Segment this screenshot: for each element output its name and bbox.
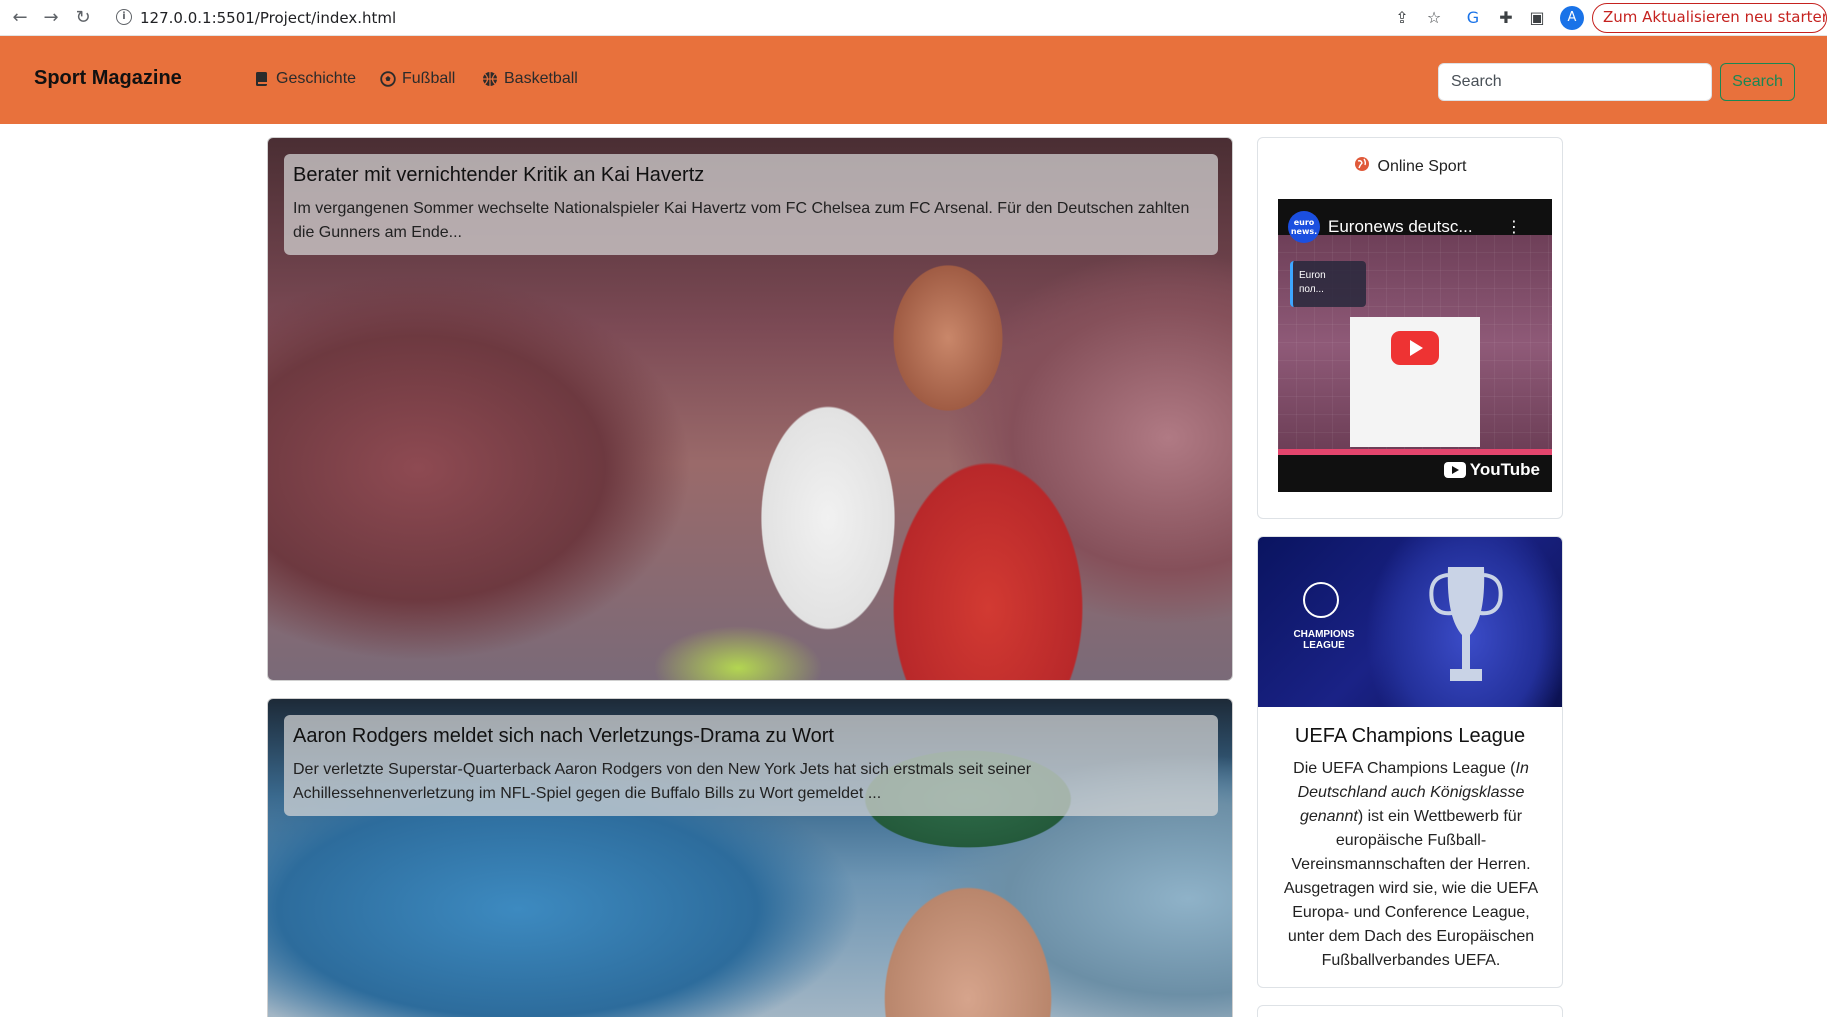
star-ball-icon <box>1303 582 1339 618</box>
chip-line: Euron <box>1299 270 1326 281</box>
extensions-icon[interactable]: ✚ <box>1496 8 1516 28</box>
nav-link-label: Basketball <box>504 70 578 87</box>
nav-link-fussball[interactable]: Fußball <box>380 70 455 88</box>
article-excerpt: Im vergangenen Sommer wechselte National… <box>293 200 1190 241</box>
site-navbar: Sport Magazine Geschichte Fußball Basket… <box>0 36 1827 124</box>
nav-link-label: Geschichte <box>276 70 357 87</box>
profile-avatar[interactable]: A <box>1560 6 1584 30</box>
video-title[interactable]: Euronews deutsc... <box>1328 217 1478 237</box>
card-title: Online Sport <box>1377 157 1467 175</box>
search-button[interactable]: Search <box>1720 63 1795 101</box>
forward-icon[interactable]: → <box>39 6 63 30</box>
sidebar-card-partial <box>1257 1005 1563 1017</box>
update-button[interactable]: Zum Aktualisieren neu starten <box>1592 3 1827 33</box>
book-icon <box>254 71 270 87</box>
ucl-logo-label: CHAMPIONS LEAGUE <box>1293 629 1355 651</box>
youtube-play-icon <box>1443 462 1466 478</box>
site-info-icon[interactable]: i <box>116 9 132 25</box>
chip-line: пол... <box>1299 284 1324 295</box>
side-panel-icon[interactable]: ▣ <box>1527 8 1547 28</box>
article-card-havertz[interactable]: Berater mit vernichtender Kritik an Kai … <box>267 137 1233 681</box>
article-caption: Berater mit vernichtender Kritik an Kai … <box>284 154 1218 255</box>
soccer-ball-icon <box>380 71 396 87</box>
card-title: UEFA Champions League <box>1294 725 1526 747</box>
article-title[interactable]: Berater mit vernichtender Kritik an Kai … <box>293 164 1209 187</box>
url-text[interactable]: 127.0.0.1:5501/Project/index.html <box>140 9 396 27</box>
nav-link-label: Fußball <box>402 70 456 87</box>
trophy-icon <box>1429 567 1503 681</box>
back-icon[interactable]: ← <box>8 6 32 30</box>
article-title[interactable]: Aaron Rodgers meldet sich nach Verletzun… <box>293 725 1209 748</box>
address-bar[interactable]: i 127.0.0.1:5501/Project/index.html <box>108 3 1368 33</box>
article-excerpt: Der verletzte Superstar-Quarterback Aaro… <box>293 761 1032 802</box>
article-caption: Aaron Rodgers meldet sich nach Verletzun… <box>284 715 1218 816</box>
card-text-part: Die UEFA Champions League ( <box>1293 760 1516 777</box>
youtube-embed[interactable]: euro news. Euronews deutsc... ⋮ Euron по… <box>1278 199 1552 492</box>
card-header: Online Sport <box>1258 156 1562 177</box>
champions-league-image: CHAMPIONS LEAGUE <box>1258 537 1562 707</box>
champions-league-card: CHAMPIONS LEAGUE UEFA Champions League D… <box>1257 536 1563 988</box>
star-icon[interactable]: ☆ <box>1424 8 1444 28</box>
basketball-icon <box>482 71 498 87</box>
youtube-label: YouTube <box>1469 460 1540 479</box>
play-button-icon[interactable] <box>1391 331 1439 365</box>
playlist-chip[interactable]: Euron пол... <box>1290 261 1366 307</box>
nav-link-geschichte[interactable]: Geschichte <box>254 70 356 88</box>
reload-icon[interactable]: ↻ <box>71 6 95 30</box>
video-thumbnail-bar <box>1278 449 1552 455</box>
article-card-rodgers[interactable]: Aaron Rodgers meldet sich nach Verletzun… <box>267 698 1233 1017</box>
card-text-part: ) ist ein Wettbewerb für europäische Fuß… <box>1283 808 1539 969</box>
channel-logo[interactable]: euro news. <box>1288 211 1320 243</box>
brand-link[interactable]: Sport Magazine <box>34 67 182 90</box>
globe-icon <box>1354 156 1370 177</box>
nav-link-basketball[interactable]: Basketball <box>482 70 578 88</box>
translate-icon[interactable]: G <box>1463 8 1483 28</box>
youtube-logo[interactable]: YouTube <box>1443 460 1540 480</box>
more-options-icon[interactable]: ⋮ <box>1506 217 1522 236</box>
card-text: Die UEFA Champions League (In Deutschlan… <box>1276 757 1546 973</box>
share-icon[interactable]: ⇪ <box>1392 8 1412 28</box>
online-sport-card: Online Sport euro news. Euronews deutsc.… <box>1257 137 1563 519</box>
browser-toolbar: ← → ↻ i 127.0.0.1:5501/Project/index.htm… <box>0 0 1827 36</box>
search-input[interactable] <box>1438 63 1712 101</box>
